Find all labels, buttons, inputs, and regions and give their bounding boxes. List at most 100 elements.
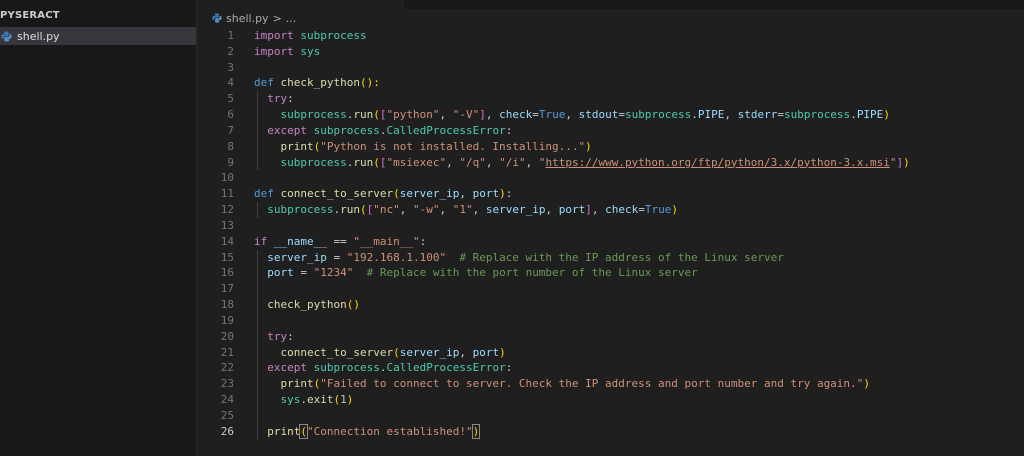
code-token: True [644,203,672,217]
code-token: = [293,266,314,280]
code-token: server_ip [267,250,327,264]
tab-shell-py[interactable] [198,0,404,9]
code-token: port [267,266,294,280]
code-text: try: [267,91,294,107]
code-token: : [505,361,513,375]
code-token: "python" [386,108,440,122]
breadcrumb-file[interactable]: shell.py [226,12,269,25]
code-token: () [346,298,360,312]
code-text: port = "1234" # Replace with the port nu… [267,265,698,281]
code-token: , [525,155,539,169]
code-token: . [850,108,857,122]
code-token: "1" [452,203,473,217]
code-token: print [267,424,301,438]
code-token: "Failed to connect to server. Check the … [320,377,864,391]
code-token: = [777,108,784,122]
code-token: , [459,187,473,201]
code-text: def check_python(): [254,75,380,91]
code-line[interactable]: 2 import sys [198,44,1024,60]
line-number: 1 [227,29,234,42]
code-line[interactable]: 3 [198,60,1024,76]
code-text: try: [267,329,294,345]
code-line[interactable]: 12 subprocess.run(["nc", "-w", "1", serve… [198,202,1024,218]
code-token: def [254,187,274,201]
code-line[interactable]: 9 subprocess.run(["msiexec", "/q", "/i", … [198,155,1024,171]
code-token: print [280,377,314,391]
code-token: ) [471,423,481,439]
code-token: connect_to_server [280,345,394,359]
explorer-title: PYSERACT [0,10,60,21]
code-line[interactable]: 20 try: [198,329,1024,345]
code-line[interactable]: 19 [198,313,1024,329]
code-text: subprocess.run(["nc", "-w", "1", server_… [267,202,678,218]
code-line[interactable]: 23 print("Failed to connect to server. Ch… [198,376,1024,392]
breadcrumb-symbols[interactable]: ... [286,12,297,25]
code-line[interactable]: 24 sys.exit(1) [198,392,1024,408]
code-token: if [254,234,268,248]
code-line[interactable]: 4 def check_python(): [198,75,1024,91]
code-line[interactable]: 10 [198,170,1024,186]
code-token: , [459,345,473,359]
line-number: 11 [220,187,234,201]
code-token: "msiexec" [386,155,447,169]
python-file-icon [1,30,12,42]
line-number: 12 [220,203,234,217]
code-editor[interactable]: 1 import subprocess 2 import sys 3 4 def check… [198,26,1024,456]
code-token: ) [499,187,506,201]
code-line[interactable]: 16 port = "1234" # Replace with the port … [198,265,1024,281]
code-token: "192.168.1.100" [346,250,447,264]
code-token: ) [671,203,678,217]
code-line[interactable]: 15 server_ip = "192.168.1.100" # Replace … [198,250,1024,266]
code-token: : [419,234,427,248]
code-token: , [439,203,453,217]
code-token: subprocess [783,108,851,122]
code-line[interactable]: 5 try: [198,91,1024,107]
code-token: ] [479,108,486,122]
code-line[interactable]: 1 import subprocess [198,28,1024,44]
code-token: . [300,393,307,407]
code-token: ( [373,155,380,169]
code-line[interactable]: 7 except subprocess.CalledProcessError: [198,123,1024,139]
code-token: , [439,108,453,122]
code-line[interactable]: 17 [198,281,1024,297]
code-token: = [326,250,347,264]
explorer-file-item[interactable]: shell.py [0,27,196,45]
code-token: ( [393,345,400,359]
code-token: ) [346,393,354,407]
code-token: ( [373,108,380,122]
code-token: , [472,203,486,217]
code-line[interactable]: 25 [198,408,1024,424]
code-line[interactable]: 13 [198,218,1024,234]
line-number: 7 [227,123,234,137]
code-line[interactable]: 22 except subprocess.CalledProcessError: [198,360,1024,376]
line-number: 14 [220,234,234,248]
code-token: subprocess [280,155,347,169]
code-token: subprocess [313,361,380,375]
code-token: import [254,29,294,42]
code-line[interactable]: 14 if __name__ == "__main__": [198,234,1024,250]
line-number: 9 [227,155,234,169]
code-line[interactable]: 8 print("Python is not installed. Install… [198,139,1024,155]
indent-guide [257,249,258,440]
indent-guide [257,91,258,171]
code-token: port [472,345,500,359]
code-line[interactable]: 21 connect_to_server(server_ip, port) [198,345,1024,361]
code-token: port [558,203,586,217]
code-line[interactable]: 11 def connect_to_server(server_ip, port)… [198,186,1024,202]
code-line[interactable]: 18 check_python() [198,297,1024,313]
code-token: . [691,108,698,122]
code-line[interactable]: 26 print("Connection established!") [198,423,1024,440]
code-token: stderr [737,108,778,122]
code-token: "1234" [313,266,354,280]
code-token: check_python [267,298,347,312]
code-line[interactable]: 6 subprocess.run(["python", "-V"], check=… [198,107,1024,123]
vscode-window: PYSERACT shell.py shell.py > ... 1 import… [0,0,1024,456]
line-number: 22 [220,361,234,375]
code-token: "/i" [499,155,526,169]
code-token: except [267,123,307,137]
code-token: : [505,123,513,137]
code-token: == [326,234,354,248]
